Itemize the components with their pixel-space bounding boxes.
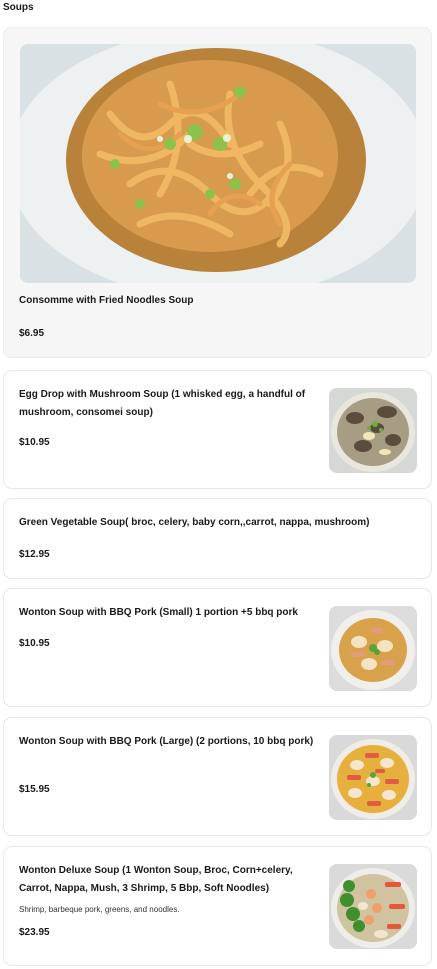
wonton-deluxe-soup-photo xyxy=(329,864,417,949)
fried-noodle-soup-photo xyxy=(20,44,416,283)
section-title: Soups xyxy=(3,2,34,13)
item-price: $23.95 xyxy=(19,927,50,938)
item-price: $10.95 xyxy=(19,638,50,649)
mushroom-soup-photo xyxy=(329,388,417,473)
menu-item-card[interactable]: Consomme with Fried Noodles Soup $6.95 xyxy=(3,27,432,358)
menu-item-card[interactable]: Wonton Soup with BBQ Pork (Large) (2 por… xyxy=(3,717,432,836)
wonton-soup-large-photo xyxy=(329,735,417,820)
menu-item-card[interactable]: Wonton Soup with BBQ Pork (Small) 1 port… xyxy=(3,588,432,707)
item-name: Consomme with Fried Noodles Soup xyxy=(19,295,194,306)
menu-item-card[interactable]: Egg Drop with Mushroom Soup (1 whisked e… xyxy=(3,370,432,489)
item-name: Green Vegetable Soup( broc, celery, baby… xyxy=(19,517,370,528)
item-name: Egg Drop with Mushroom Soup (1 whisked e… xyxy=(19,389,306,418)
menu-item-card[interactable]: Green Vegetable Soup( broc, celery, baby… xyxy=(3,498,432,579)
item-name: Wonton Soup with BBQ Pork (Small) 1 port… xyxy=(19,607,298,618)
item-name: Wonton Deluxe Soup (1 Wonton Soup, Broc,… xyxy=(19,865,293,894)
item-price: $10.95 xyxy=(19,437,50,448)
item-description: Shrimp, barbeque pork, greens, and noodl… xyxy=(19,905,180,914)
item-price: $15.95 xyxy=(19,784,50,795)
item-name: Wonton Soup with BBQ Pork (Large) (2 por… xyxy=(19,736,314,747)
wonton-soup-small-photo xyxy=(329,606,417,691)
item-price: $6.95 xyxy=(19,328,45,339)
menu-item-card[interactable]: Wonton Deluxe Soup (1 Wonton Soup, Broc,… xyxy=(3,846,432,966)
item-price: $12.95 xyxy=(19,549,50,560)
